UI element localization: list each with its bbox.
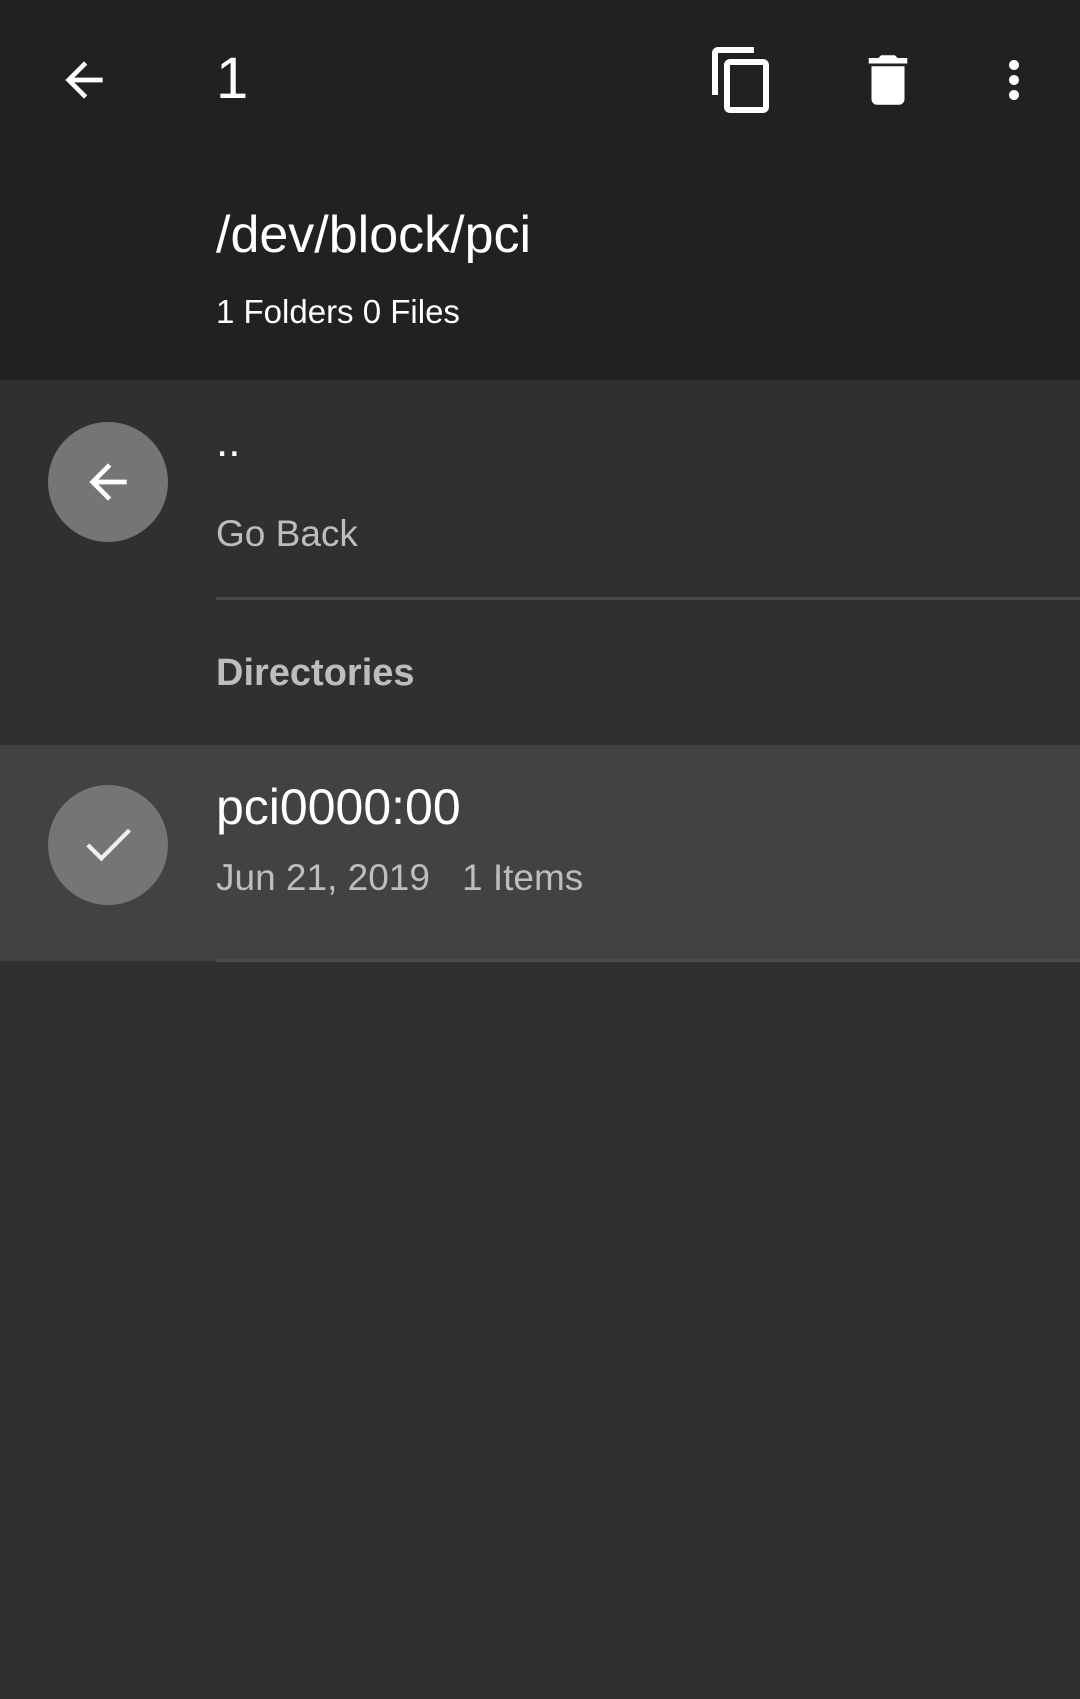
selection-count: 1 <box>216 46 249 111</box>
app-bar: 1 /dev/block/pci 1 Folders 0 Files <box>0 0 1080 380</box>
go-back-title: .. <box>216 417 241 466</box>
arrow-back-icon <box>65 61 103 99</box>
go-back-subtitle: Go Back <box>216 513 358 554</box>
item-count: 1 Items <box>461 857 584 898</box>
item-date: Jun 21, 2019 <box>216 857 430 898</box>
list-item[interactable]: pci0000:00 Jun 21, 2019 1 Items <box>0 745 1080 961</box>
delete-icon <box>868 55 908 105</box>
copy-icon <box>712 47 769 113</box>
selection-toolbar: 1 <box>0 0 1080 160</box>
go-back-row[interactable]: .. Go Back <box>0 380 1080 600</box>
arrow-back-icon <box>89 463 127 501</box>
current-path: /dev/block/pci <box>216 206 532 264</box>
item-meta: Jun 21, 2019 1 Items <box>216 856 583 900</box>
more-vert-icon <box>1009 60 1019 100</box>
selected-avatar[interactable] <box>48 785 168 905</box>
section-header-directories: Directories <box>216 652 415 694</box>
item-name: pci0000:00 <box>216 779 461 835</box>
delete-button[interactable] <box>838 30 938 130</box>
divider <box>216 597 1080 600</box>
folder-file-summary: 1 Folders 0 Files <box>216 293 460 330</box>
check-icon <box>86 828 132 862</box>
more-options-button[interactable] <box>964 30 1064 130</box>
back-button[interactable] <box>34 30 134 130</box>
copy-button[interactable] <box>692 30 792 130</box>
go-back-avatar <box>48 422 168 542</box>
divider <box>216 959 1080 962</box>
